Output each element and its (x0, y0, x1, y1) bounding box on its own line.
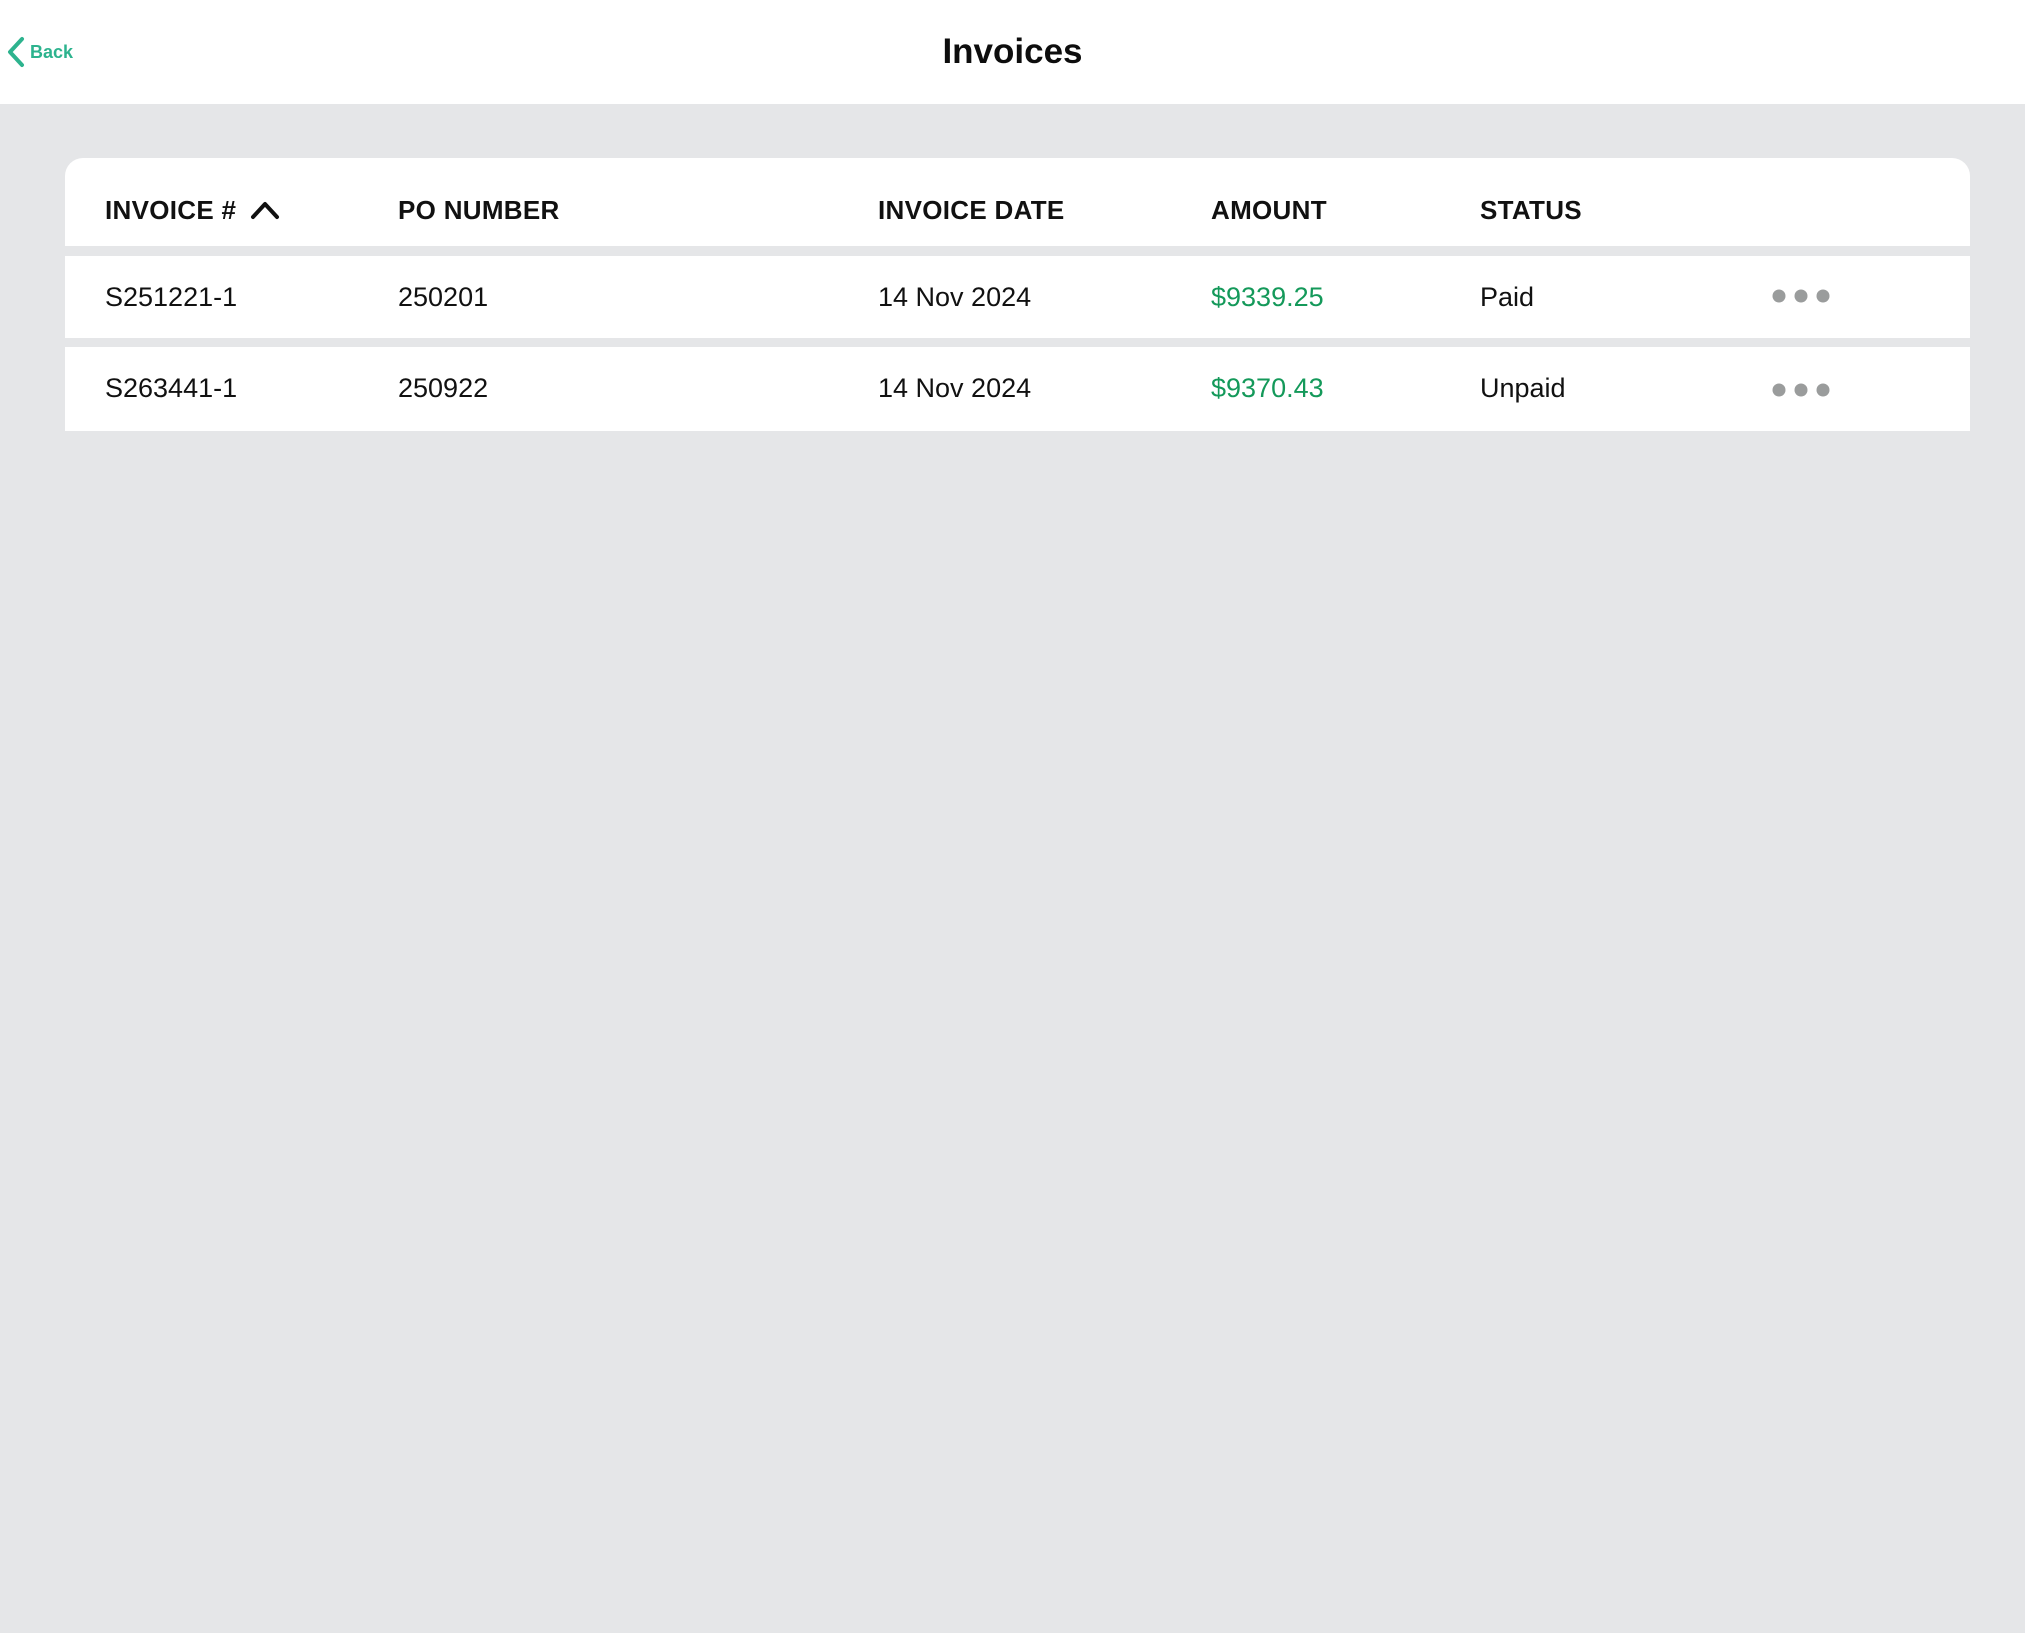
column-header-label: INVOICE # (105, 195, 237, 225)
row-menu-button[interactable] (1771, 284, 1831, 308)
more-horizontal-icon (1772, 289, 1830, 303)
amount-cell: $9339.25 (1211, 282, 1324, 312)
invoice-date-cell: 14 Nov 2024 (878, 282, 1032, 312)
invoice-date-cell: 14 Nov 2024 (878, 373, 1032, 403)
amount-cell: $9370.43 (1211, 373, 1324, 403)
status-cell: Unpaid (1480, 373, 1566, 403)
table-row[interactable]: S263441-1 250922 14 Nov 2024 $9370.43 Un… (65, 347, 1970, 431)
column-header-po-number[interactable]: PO NUMBER (398, 194, 560, 226)
invoice-number-cell: S251221-1 (105, 282, 238, 312)
more-horizontal-icon (1772, 383, 1830, 397)
invoices-table: INVOICE # PO NUMBER INVOICE DATE AMOUNT … (65, 158, 1970, 431)
column-header-status[interactable]: STATUS (1480, 194, 1582, 226)
po-number-cell: 250922 (398, 373, 489, 403)
row-menu-button[interactable] (1771, 378, 1831, 402)
column-header-amount[interactable]: AMOUNT (1211, 194, 1327, 226)
invoice-number-cell: S263441-1 (105, 373, 238, 403)
column-header-invoice-date[interactable]: INVOICE DATE (878, 194, 1065, 226)
table-row[interactable]: S251221-1 250201 14 Nov 2024 $9339.25 Pa… (65, 256, 1970, 338)
chevron-up-icon (251, 202, 280, 219)
column-header-invoice-number[interactable]: INVOICE # (105, 194, 280, 226)
page-title: Invoices (942, 32, 1083, 71)
po-number-cell: 250201 (398, 282, 489, 312)
navigation-bar: Back Invoices (0, 0, 2025, 104)
table-header: INVOICE # PO NUMBER INVOICE DATE AMOUNT … (65, 158, 1970, 246)
status-cell: Paid (1480, 282, 1535, 312)
